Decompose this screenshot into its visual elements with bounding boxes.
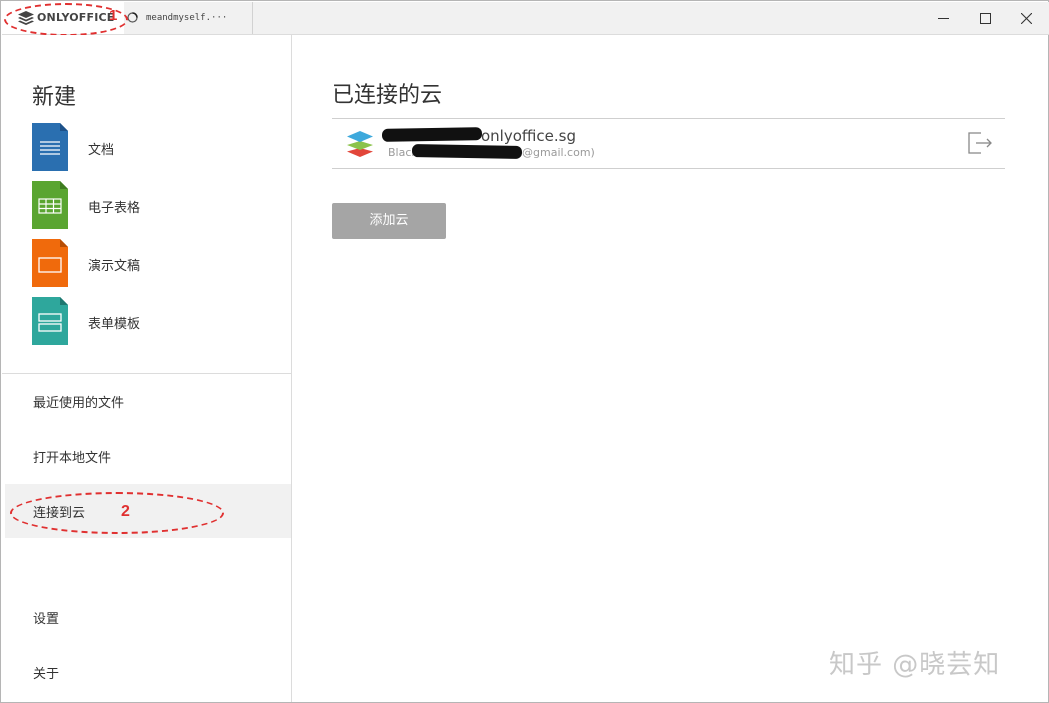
onlyoffice-cloud-logo-icon: [347, 131, 373, 157]
sidebar-item-recent-files[interactable]: 最近使用的文件: [5, 374, 291, 428]
new-item-label: 表单模板: [88, 317, 141, 332]
annotation-ring-2: [10, 492, 224, 534]
close-button[interactable]: [1006, 2, 1046, 34]
sidebar-item-label: 打开本地文件: [33, 451, 112, 466]
new-section-title: 新建: [32, 85, 77, 110]
sidebar-item-open-local-file[interactable]: 打开本地文件: [5, 429, 291, 483]
annotation-number-1: 1: [109, 7, 118, 24]
sidebar-item-settings[interactable]: 设置: [5, 590, 291, 644]
tab-document-label: meandmyself.···: [146, 13, 228, 23]
new-document-button[interactable]: 文档: [32, 123, 272, 171]
title-bar: ONLYOFFICE meandmyself.···: [2, 2, 1049, 35]
annotation-number-2: 2: [121, 503, 130, 520]
new-presentation-button[interactable]: 演示文稿: [32, 239, 272, 287]
new-spreadsheet-button[interactable]: 电子表格: [32, 181, 272, 229]
sidebar-item-label: 最近使用的文件: [33, 396, 125, 411]
document-icon: [32, 123, 68, 171]
add-cloud-button[interactable]: 添加云: [332, 203, 446, 239]
logout-icon[interactable]: [967, 131, 993, 155]
close-icon: [1020, 12, 1032, 24]
redaction-mark: [381, 127, 483, 142]
cloud-portal-name: onlyoffice.sg: [481, 127, 576, 145]
sidebar-item-label: 关于: [33, 667, 60, 682]
watermark: 知乎 @晓芸知: [829, 650, 1001, 680]
tab-document[interactable]: meandmyself.···: [124, 2, 253, 34]
maximize-icon: [979, 12, 991, 24]
app-window: ONLYOFFICE meandmyself.··· 1 新建 文档 电子表格 …: [0, 0, 1049, 703]
new-form-template-button[interactable]: 表单模板: [32, 297, 272, 345]
sidebar-item-label: 设置: [33, 612, 60, 627]
cloud-list-item[interactable]: onlyoffice.sg Black @gmail.com): [332, 118, 1005, 169]
presentation-icon: [32, 239, 68, 287]
sidebar: 新建 文档 电子表格 演示文稿 表单模板 最近使用的文件 打开本地文件 连接到云…: [2, 35, 292, 702]
page-title: 已连接的云: [332, 83, 443, 108]
maximize-button[interactable]: [965, 2, 1005, 34]
loading-icon: [127, 12, 138, 23]
redaction-mark: [411, 144, 523, 159]
minimize-button[interactable]: [923, 2, 963, 34]
spreadsheet-icon: [32, 181, 68, 229]
cloud-account-suffix: @gmail.com): [522, 146, 595, 159]
new-item-label: 演示文稿: [88, 259, 141, 274]
new-item-label: 文档: [88, 143, 115, 158]
minimize-icon: [937, 17, 949, 19]
form-template-icon: [32, 297, 68, 345]
new-item-label: 电子表格: [88, 201, 141, 216]
sidebar-item-about[interactable]: 关于: [5, 645, 291, 699]
